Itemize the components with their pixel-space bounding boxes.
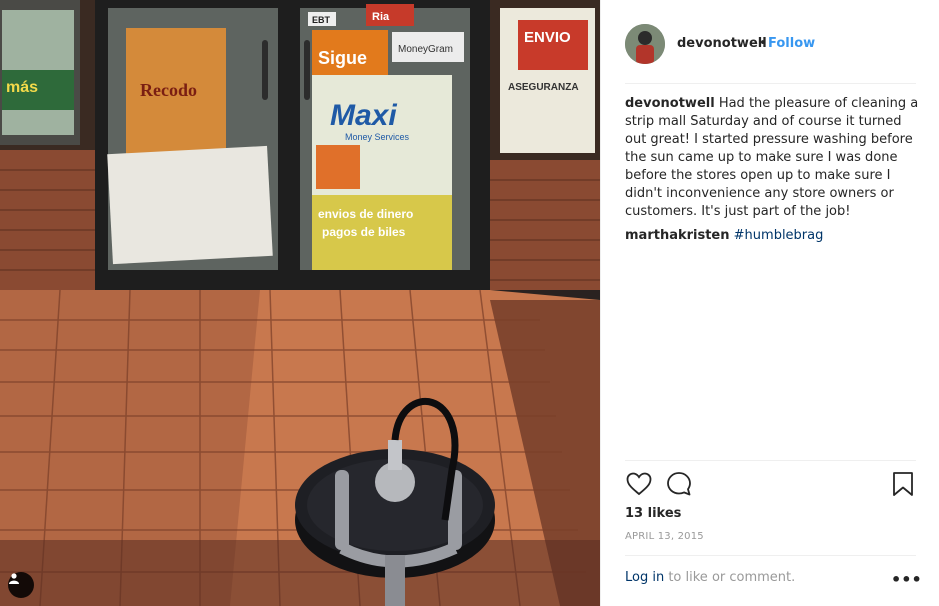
svg-text:ENVIO: ENVIO <box>524 29 571 46</box>
comment-username[interactable]: marthakristen <box>625 228 730 243</box>
comment-item: marthakristen #humblebrag <box>625 228 823 243</box>
follow-button[interactable]: Follow <box>768 36 815 51</box>
storefront-photo: más Recodo Sigue MoneyGram Maxi Money Se… <box>0 0 600 606</box>
comment-button[interactable] <box>665 470 693 498</box>
svg-text:más: más <box>6 79 38 96</box>
actions-divider <box>625 460 916 461</box>
like-button[interactable] <box>625 470 653 498</box>
user-tag-button[interactable] <box>8 572 34 598</box>
svg-text:Ria: Ria <box>372 11 390 23</box>
heart-icon <box>626 472 652 496</box>
avatar[interactable] <box>625 24 665 64</box>
post-date[interactable]: APRIL 13, 2015 <box>625 531 704 542</box>
login-link[interactable]: Log in <box>625 570 664 585</box>
post-header: devonotwell • Follow <box>601 0 939 84</box>
post-caption: devonotwell Had the pleasure of cleaning… <box>625 95 920 221</box>
svg-text:Recodo: Recodo <box>140 80 197 100</box>
svg-text:Money Services: Money Services <box>345 132 410 142</box>
likes-count[interactable]: 13 likes <box>625 506 681 521</box>
svg-text:Maxi: Maxi <box>330 99 397 132</box>
user-tag-icon <box>9 573 19 584</box>
save-button[interactable] <box>889 470 917 498</box>
post-actions <box>625 470 916 500</box>
svg-text:EBT: EBT <box>312 15 331 25</box>
svg-text:MoneyGram: MoneyGram <box>398 44 453 55</box>
svg-text:Sigue: Sigue <box>318 48 367 68</box>
bookmark-icon <box>893 472 913 496</box>
header-divider <box>625 83 916 84</box>
comment-hashtag[interactable]: #humblebrag <box>734 228 824 243</box>
login-suffix: to like or comment. <box>664 570 796 585</box>
login-divider <box>625 555 916 556</box>
header-separator: • <box>759 36 767 51</box>
caption-username[interactable]: devonotwell <box>625 96 715 111</box>
post-photo[interactable]: más Recodo Sigue MoneyGram Maxi Money Se… <box>0 0 600 606</box>
svg-text:ASEGURANZA: ASEGURANZA <box>508 82 579 93</box>
svg-text:pagos de biles: pagos de biles <box>322 225 406 239</box>
comment-icon <box>667 472 691 496</box>
svg-text:envios de dinero: envios de dinero <box>318 207 413 221</box>
login-prompt: Log in to like or comment. <box>625 570 795 585</box>
header-username[interactable]: devonotwell <box>677 36 767 51</box>
caption-text: Had the pleasure of cleaning a strip mal… <box>625 96 919 219</box>
more-options-button[interactable]: ••• <box>891 570 922 589</box>
post-side-panel: devonotwell • Follow devonotwell Had the… <box>600 0 939 606</box>
avatar-image <box>625 24 665 64</box>
